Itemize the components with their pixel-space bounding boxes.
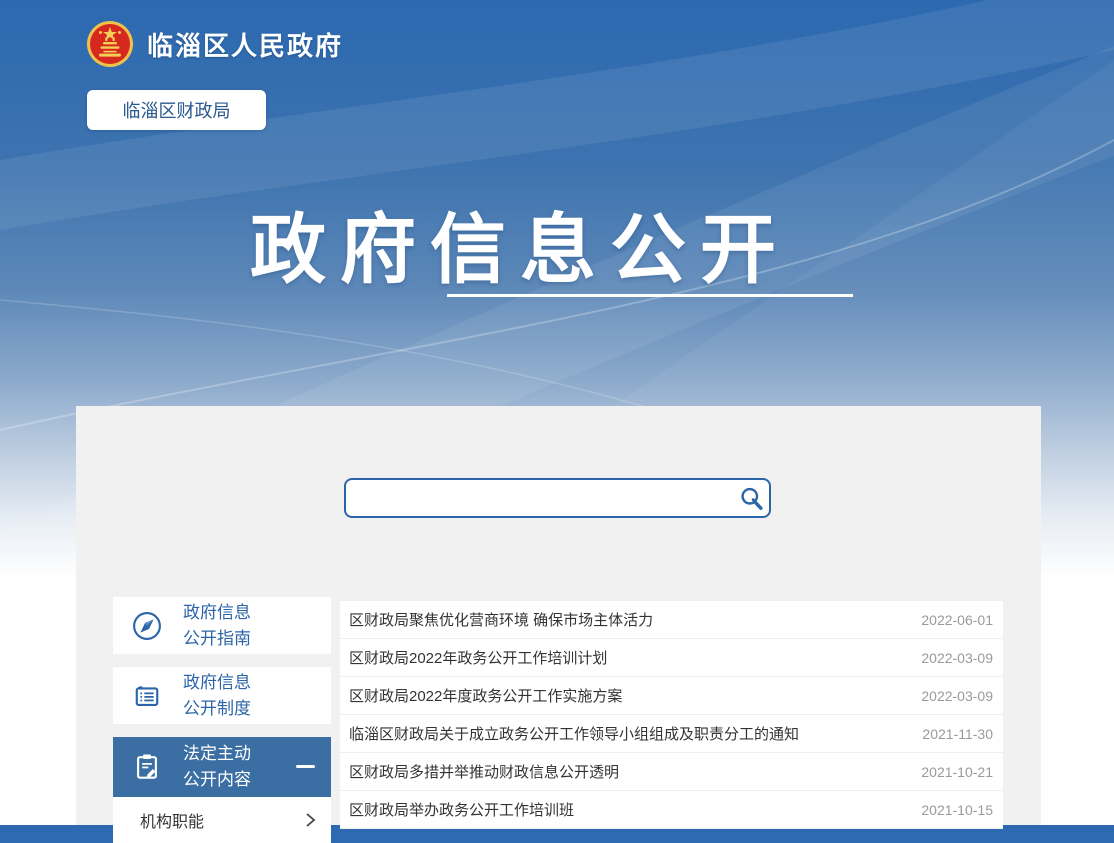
sidebar-subitem-org-functions[interactable]: 机构职能: [113, 797, 331, 843]
article-list-item[interactable]: 区财政局2022年政务公开工作培训计划 2022-03-09: [340, 639, 1003, 677]
sidebar-item-label: 法定主动 公开内容: [183, 741, 251, 793]
article-title[interactable]: 区财政局举办政务公开工作培训班: [349, 799, 574, 820]
sidebar-nav: 政府信息 公开指南 政府信息 公开制度: [113, 597, 331, 843]
article-list-item[interactable]: 临淄区财政局关于成立政务公开工作领导小组组成及职责分工的通知 2021-11-3…: [340, 715, 1003, 753]
search-input[interactable]: [346, 480, 733, 516]
search-box: [344, 478, 771, 518]
sidebar-item-disclosure-system[interactable]: 政府信息 公开制度: [113, 667, 331, 724]
subitem-label: 机构职能: [140, 808, 204, 832]
article-date: 2021-10-21: [921, 764, 993, 780]
article-title[interactable]: 区财政局多措并举推动财政信息公开透明: [349, 761, 619, 782]
article-date: 2022-03-09: [921, 650, 993, 666]
article-date: 2022-06-01: [921, 612, 993, 628]
article-list-item[interactable]: 区财政局2022年度政务公开工作实施方案 2022-03-09: [340, 677, 1003, 715]
magnifier-icon: [739, 486, 764, 511]
content-panel: 政府信息 公开指南 政府信息 公开制度: [76, 406, 1041, 825]
bureau-tab-button[interactable]: 临淄区财政局: [87, 90, 266, 130]
sidebar-item-disclosure-guide[interactable]: 政府信息 公开指南: [113, 597, 331, 654]
article-title[interactable]: 区财政局2022年政务公开工作培训计划: [349, 647, 607, 668]
article-list-item[interactable]: 区财政局多措并举推动财政信息公开透明 2021-10-21: [340, 753, 1003, 791]
article-list-item[interactable]: 区财政局举办政务公开工作培训班 2021-10-15: [340, 791, 1003, 829]
site-title: 临淄区人民政府: [147, 26, 343, 63]
article-date: 2021-11-30: [922, 726, 993, 742]
collapse-minus-icon[interactable]: [296, 765, 315, 768]
ledger-list-icon: [131, 680, 163, 712]
article-title[interactable]: 区财政局聚焦优化营商环境 确保市场主体活力: [349, 609, 653, 630]
sidebar-item-label: 政府信息 公开制度: [183, 670, 251, 722]
clipboard-pencil-icon: [131, 751, 163, 783]
gov-info-disclosure-page: { "header": { "site_name": "临淄区人民政府", "b…: [0, 0, 1114, 825]
sidebar-item-label: 政府信息 公开指南: [183, 600, 251, 652]
sidebar-item-statutory-disclosure[interactable]: 法定主动 公开内容: [113, 737, 331, 797]
chevron-right-icon: [305, 812, 316, 828]
page-title: 政府信息公开: [240, 188, 800, 298]
title-underline: [447, 294, 853, 297]
article-date: 2022-03-09: [921, 688, 993, 704]
compass-icon: [131, 610, 163, 642]
search-button[interactable]: [733, 480, 769, 516]
article-title[interactable]: 区财政局2022年度政务公开工作实施方案: [349, 685, 622, 706]
article-list: 区财政局聚焦优化营商环境 确保市场主体活力 2022-06-01 区财政局202…: [340, 601, 1003, 829]
article-date: 2021-10-15: [921, 802, 993, 818]
site-header: 临淄区人民政府: [86, 20, 343, 68]
national-emblem-icon: [86, 20, 134, 68]
article-list-item[interactable]: 区财政局聚焦优化营商环境 确保市场主体活力 2022-06-01: [340, 601, 1003, 639]
article-title[interactable]: 临淄区财政局关于成立政务公开工作领导小组组成及职责分工的通知: [349, 723, 799, 744]
